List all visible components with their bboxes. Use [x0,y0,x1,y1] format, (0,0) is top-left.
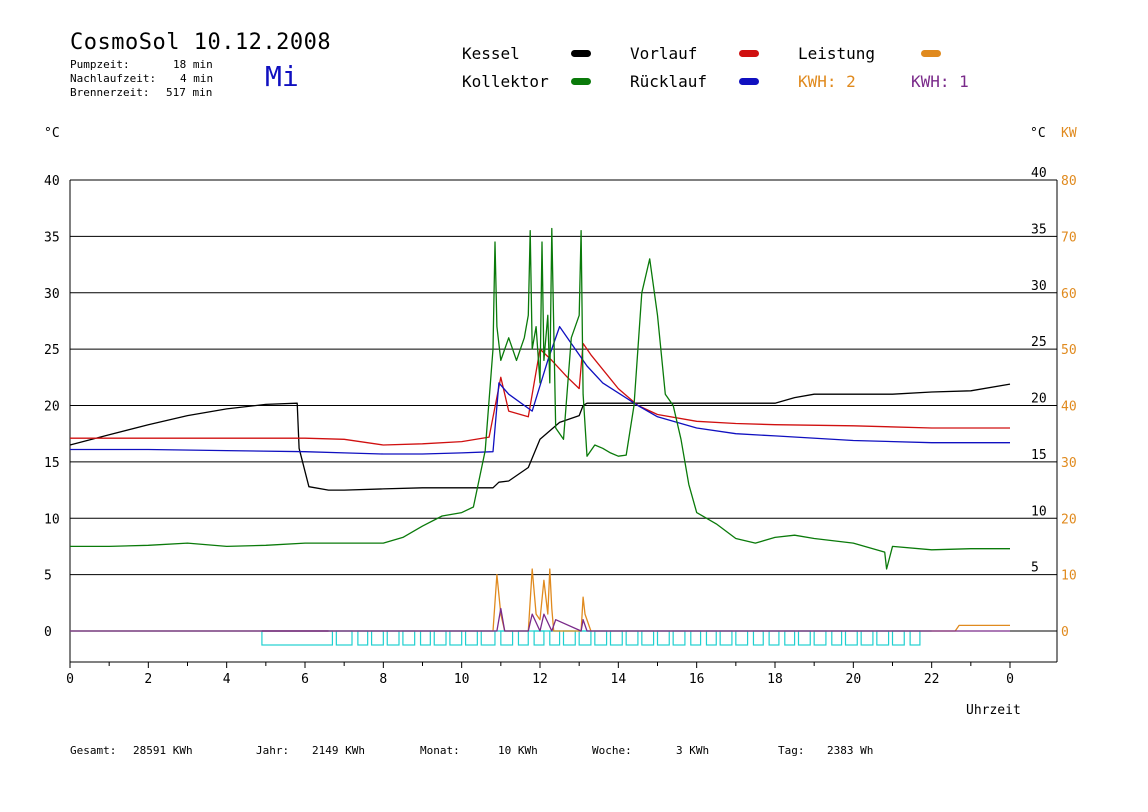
y-tick-right-kw: 80 [1061,174,1077,189]
pump-cycle [813,630,827,646]
pump-cycle [480,630,496,646]
pump-cycle [641,630,655,646]
pump-cycle [449,630,463,646]
x-tick-label: 12 [532,672,548,687]
y-tick-left: 10 [44,512,60,527]
y-tick-right-c: 30 [1031,279,1047,294]
x-tick-label: 22 [924,672,940,687]
pump-cycle [768,630,780,646]
footer-jahr-value: 2149 KWh [312,744,365,757]
pump-cycle [656,630,670,646]
y-tick-left: 20 [44,400,60,415]
pump-cycle [261,630,334,646]
pump-cycle [370,630,384,646]
footer-monat-value: 10 KWh [498,744,538,757]
y-tick-right-c: 10 [1031,504,1047,519]
x-tick-label: 18 [767,672,783,687]
footer-monat-label: Monat: [420,744,460,757]
footer-gesamt-value: 28591 KWh [133,744,193,757]
footer-tag-value: 2383 Wh [827,744,874,757]
y-tick-right-c: 40 [1031,166,1047,181]
x-tick-label: 0 [1006,672,1014,687]
pump-cycle [891,630,905,646]
x-tick-label: 4 [223,672,231,687]
pump-cycle [517,630,529,646]
x-tick-label: 20 [846,672,862,687]
footer-gesamt-label: Gesamt: [70,744,117,757]
y-tick-left: 30 [44,287,60,302]
y-tick-right-c: 15 [1031,448,1047,463]
series-line-kessel [69,383,1011,491]
x-tick-label: 0 [66,672,74,687]
y-tick-left: 25 [44,343,60,358]
pump-cycle [876,630,890,646]
pump-cycle [909,630,921,646]
x-tick-label: 2 [144,672,152,687]
y-tick-right-c: 25 [1031,335,1047,350]
pump-cycle [549,630,561,646]
pump-cycle [625,630,639,646]
pump-cycle [752,630,764,646]
y-tick-right-c: 5 [1031,561,1039,576]
y-tick-left: 40 [44,174,60,189]
y-tick-right-kw: 30 [1061,456,1077,471]
x-tick-label: 10 [454,672,470,687]
y-tick-right-kw: 20 [1061,512,1077,527]
pump-cycle [357,630,369,646]
x-tick-label: 14 [611,672,627,687]
y-tick-left: 0 [44,625,52,640]
pump-cycle [500,630,514,646]
pump-cycle [831,630,843,646]
x-tick-label: 16 [689,672,705,687]
y-tick-right-kw: 50 [1061,343,1077,358]
y-tick-right-kw: 10 [1061,569,1077,584]
y-tick-right-kw: 60 [1061,287,1077,302]
y-tick-right-kw: 40 [1061,400,1077,415]
chart-canvas: 0510152025303540510152025303540010203040… [44,166,1077,687]
series-line-leistung [70,568,1010,632]
y-tick-left: 35 [44,230,60,245]
y-tick-right-kw: 70 [1061,230,1077,245]
pump-cycle [690,630,702,646]
pump-cycle [797,630,811,646]
x-tick-label: 6 [301,672,309,687]
pump-cycle [860,630,874,646]
pump-cycle [464,630,478,646]
footer-woche-label: Woche: [592,744,632,757]
y-tick-left: 5 [44,569,52,584]
pump-cycle [609,630,623,646]
footer-jahr-label: Jahr: [256,744,290,757]
pump-cycle [735,630,749,646]
pump-cycle [844,630,858,646]
x-tick-label: 8 [379,672,387,687]
pump-cycle [433,630,447,646]
pump-cycle [578,630,592,646]
y-tick-right-c: 20 [1031,392,1047,407]
pump-cycle [335,630,353,646]
footer-tag-label: Tag: [778,744,805,757]
pump-cycle [705,630,717,646]
pump-cycle [533,630,545,646]
y-tick-left: 15 [44,456,60,471]
pump-cycle [594,630,608,646]
pump-cycle [419,630,431,646]
pump-cycle [784,630,796,646]
pump-cycle [719,630,733,646]
pump-cycle [386,630,400,646]
y-tick-right-kw: 0 [1061,625,1069,640]
pump-cycle [562,630,576,646]
pump-cycle [402,630,416,646]
footer-woche-value: 3 KWh [676,744,710,757]
pump-cycle [672,630,686,646]
y-tick-right-c: 35 [1031,222,1047,237]
